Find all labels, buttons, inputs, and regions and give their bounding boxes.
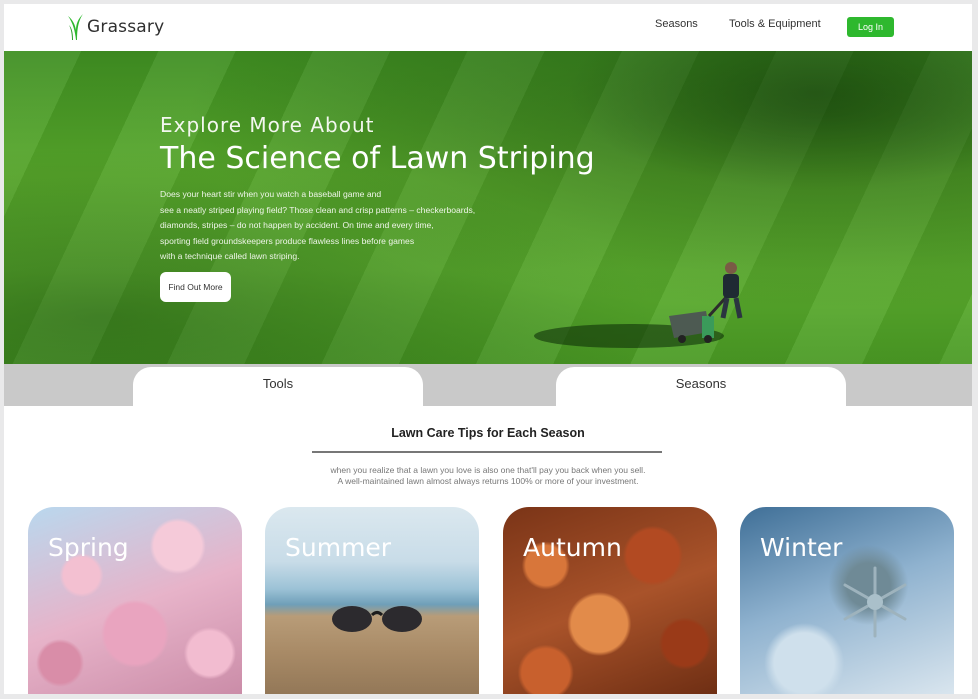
nav-link-seasons[interactable]: Seasons [655,18,698,30]
hero-description-line: see a neatly striped playing field? Thos… [160,204,476,215]
section-subtitle-line: when you realize that a lawn you love is… [330,465,646,475]
brand-name: Grassary [87,17,165,37]
hero-description-line: Does your heart stir when you watch a ba… [160,189,382,199]
hero-description: Does your heart stir when you watch a ba… [160,187,510,265]
section-subtitle-line: A well-maintained lawn almost always ret… [337,476,639,486]
section-tabs: Tools Seasons [4,364,972,406]
section-subtitle: when you realize that a lawn you love is… [4,465,972,487]
season-card-label: Winter [760,533,843,562]
hero-kicker: Explore More About [160,113,375,137]
season-card-label: Summer [285,533,392,562]
find-out-more-button[interactable]: Find Out More [160,272,231,302]
season-card-autumn[interactable]: Autumn [503,507,717,694]
page-frame: Grassary Seasons Tools & Equipment Log I… [4,4,972,694]
top-header: Grassary Seasons Tools & Equipment Log I… [4,4,972,51]
tab-tools[interactable]: Tools [133,367,423,406]
season-card-label: Spring [48,533,129,562]
season-card-label: Autumn [523,533,622,562]
nav-link-tools-equipment[interactable]: Tools & Equipment [729,18,821,30]
grass-logo-icon [68,14,83,40]
hero-description-line: diamonds, stripes – do not happen by acc… [160,220,434,231]
season-card-summer[interactable]: Summer [265,507,479,694]
sunglasses-illustration [332,606,422,632]
snowflake-illustration [843,566,907,638]
login-button[interactable]: Log In [847,17,894,37]
section-divider [312,451,662,453]
tab-seasons[interactable]: Seasons [556,367,846,406]
hero-description-line: with a technique called lawn striping. [160,251,300,262]
season-card-spring[interactable]: Spring [28,507,242,694]
hero-title: The Science of Lawn Striping [160,141,595,176]
mower-illustration [534,262,743,348]
section-title: Lawn Care Tips for Each Season [391,426,585,440]
brand-logo[interactable]: Grassary [67,13,164,41]
hero-banner: Explore More About The Science of Lawn S… [4,51,972,364]
hero-tree-shadow [564,51,972,191]
season-card-winter[interactable]: Winter [740,507,954,694]
hero-description-line: sporting field groundskeepers produce fl… [160,235,415,246]
